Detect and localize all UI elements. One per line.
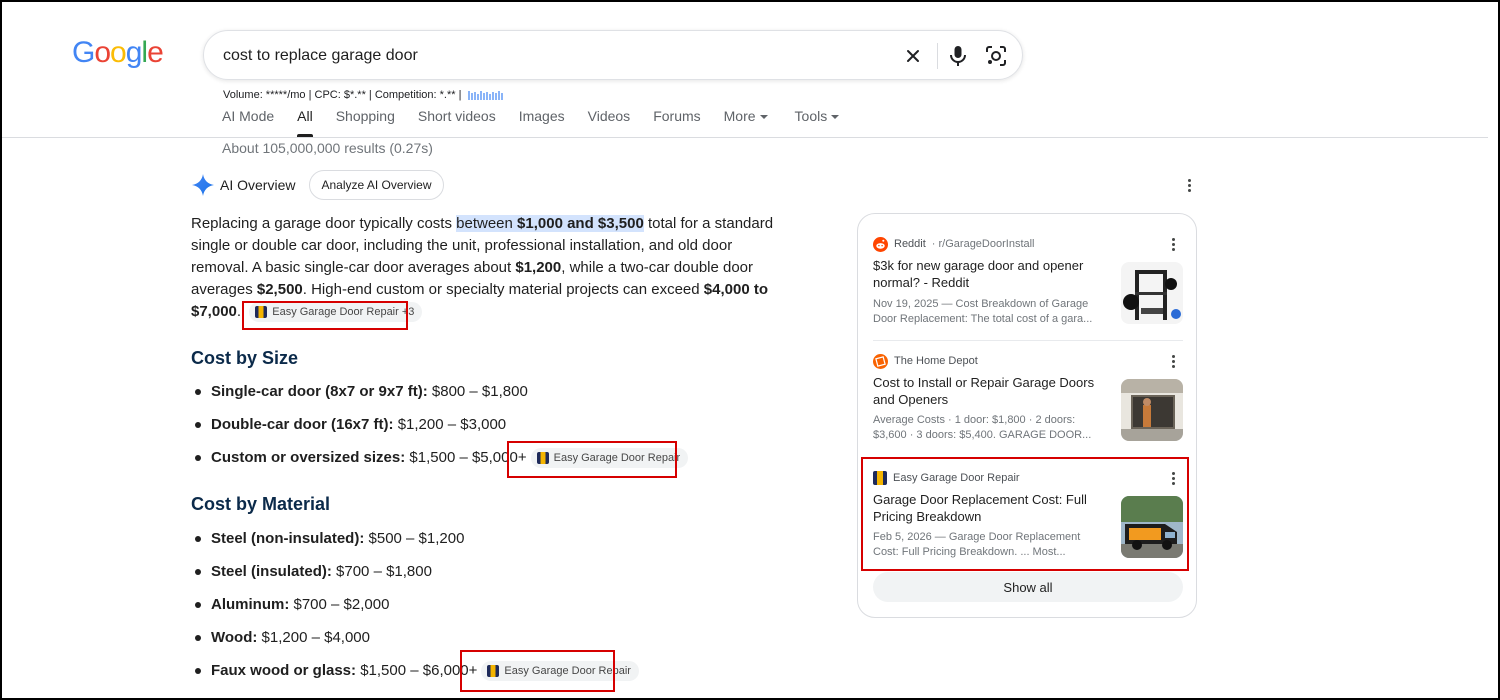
header-divider xyxy=(2,137,1488,138)
tab-more[interactable]: More xyxy=(724,108,768,136)
tab-more-label: More xyxy=(723,108,756,124)
chevron-down-icon xyxy=(831,115,840,120)
highlight-box xyxy=(242,301,408,330)
summary-text: . High-end custom or specialty material … xyxy=(302,281,704,298)
camera-lens-icon[interactable] xyxy=(984,44,1008,68)
highlight-box xyxy=(507,441,677,478)
list-item: Aluminum: $700 – $2,000 xyxy=(191,594,639,627)
tab-images[interactable]: Images xyxy=(519,108,565,136)
source-header: The Home Depot xyxy=(873,353,978,369)
list-item: Single-car door (8x7 or 9x7 ft): $800 – … xyxy=(191,381,688,414)
thumbnail-garage-installer-icon xyxy=(1121,379,1183,441)
chevron-down-icon xyxy=(759,115,768,120)
tab-tools[interactable]: Tools xyxy=(795,108,840,136)
source-title[interactable]: $3k for new garage door and opener norma… xyxy=(873,258,1108,291)
item-label: Custom or oversized sizes: xyxy=(211,449,406,466)
clear-icon[interactable] xyxy=(901,44,925,68)
list-item: Steel (insulated): $700 – $1,800 xyxy=(191,561,639,594)
seo-metrics-bar: Volume: *****/mo | CPC: $*.** | Competit… xyxy=(223,89,504,101)
thumbnail-gym-rack-icon xyxy=(1121,262,1183,324)
ai-overview-header: AI Overview Analyze AI Overview xyxy=(192,170,444,200)
search-input[interactable] xyxy=(223,43,873,69)
item-label: Aluminum: xyxy=(211,596,290,613)
gemini-sparkle-icon xyxy=(192,174,214,196)
item-value: $1,200 – $3,000 xyxy=(393,416,507,433)
tab-ai-mode[interactable]: AI Mode xyxy=(222,108,274,136)
item-value: $1,200 – $4,000 xyxy=(257,629,370,646)
card-divider xyxy=(873,340,1183,341)
highlight-box xyxy=(460,650,615,692)
item-value: $700 – $1,800 xyxy=(331,563,432,580)
google-logo[interactable]: Google xyxy=(72,36,164,70)
source-subreddit: · r/GarageDoorInstall xyxy=(931,238,1035,250)
summary-text: Replacing a garage door typically costs xyxy=(191,215,457,232)
reddit-icon xyxy=(873,236,888,252)
summary-bold: $1,200 xyxy=(515,259,562,276)
source-snippet: Nov 19, 2025 — Cost Breakdown of Garage … xyxy=(873,298,1093,325)
highlight-box xyxy=(861,457,1189,571)
tab-tools-label: Tools xyxy=(794,108,828,124)
home-depot-icon xyxy=(873,353,888,369)
search-divider xyxy=(937,43,938,69)
more-options-icon[interactable] xyxy=(1163,234,1183,254)
microphone-icon[interactable] xyxy=(946,44,970,68)
tab-forums[interactable]: Forums xyxy=(653,108,700,136)
tab-all[interactable]: All xyxy=(297,108,313,137)
source-title[interactable]: Cost to Install or Repair Garage Doors a… xyxy=(873,375,1108,408)
logo-letter: G xyxy=(72,36,95,69)
item-label: Faux wood or glass: xyxy=(211,662,357,679)
logo-letter: e xyxy=(147,36,164,69)
source-card-home-depot[interactable]: The Home Depot Cost to Install or Repair… xyxy=(873,353,1183,453)
item-label: Steel (insulated): xyxy=(211,563,332,580)
logo-letter: o xyxy=(94,36,111,69)
trend-bars-icon xyxy=(467,91,503,101)
cost-by-material-heading: Cost by Material xyxy=(191,494,331,514)
item-value: $500 – $1,200 xyxy=(364,530,465,547)
search-box xyxy=(203,30,1023,80)
logo-letter: g xyxy=(125,36,143,69)
item-value: $800 – $1,800 xyxy=(427,383,528,400)
tab-shopping[interactable]: Shopping xyxy=(336,108,395,136)
item-label: Wood: xyxy=(211,629,258,646)
source-site-name: The Home Depot xyxy=(894,355,978,367)
tab-videos[interactable]: Videos xyxy=(588,108,631,136)
item-value: $700 – $2,000 xyxy=(289,596,390,613)
more-options-icon[interactable] xyxy=(1163,351,1183,371)
highlighted-text-part: between xyxy=(456,215,518,232)
list-item: Steel (non-insulated): $500 – $1,200 xyxy=(191,528,639,561)
logo-letter: o xyxy=(110,36,127,69)
source-header: Reddit · r/GarageDoorInstall xyxy=(873,236,1035,252)
item-label: Steel (non-insulated): xyxy=(211,530,365,547)
show-all-button[interactable]: Show all xyxy=(873,572,1183,602)
analyze-ai-overview-button[interactable]: Analyze AI Overview xyxy=(309,170,444,200)
source-snippet: Average Costs · 1 door: $1,800 · 2 doors… xyxy=(873,414,1092,441)
results-count: About 105,000,000 results (0.27s) xyxy=(222,140,433,156)
source-card-reddit[interactable]: Reddit · r/GarageDoorInstall $3k for new … xyxy=(873,236,1183,336)
ai-overview-title: AI Overview xyxy=(220,177,296,193)
search-tabs: AI Mode All Shopping Short videos Images… xyxy=(222,108,862,137)
highlighted-text: between $1,000 and $3,500 xyxy=(456,215,644,232)
tab-short-videos[interactable]: Short videos xyxy=(418,108,496,136)
item-label: Double-car door (16x7 ft): xyxy=(211,416,394,433)
seo-metrics-text: Volume: *****/mo | CPC: $*.** | Competit… xyxy=(223,89,462,101)
highlighted-price-range: $1,000 and $3,500 xyxy=(517,215,644,232)
item-label: Single-car door (8x7 or 9x7 ft): xyxy=(211,383,428,400)
summary-bold: $2,500 xyxy=(256,281,303,298)
summary-text: . xyxy=(236,303,242,320)
more-options-icon[interactable] xyxy=(1179,175,1199,195)
cost-by-size-heading: Cost by Size xyxy=(191,348,299,368)
source-site-name: Reddit xyxy=(894,238,926,250)
